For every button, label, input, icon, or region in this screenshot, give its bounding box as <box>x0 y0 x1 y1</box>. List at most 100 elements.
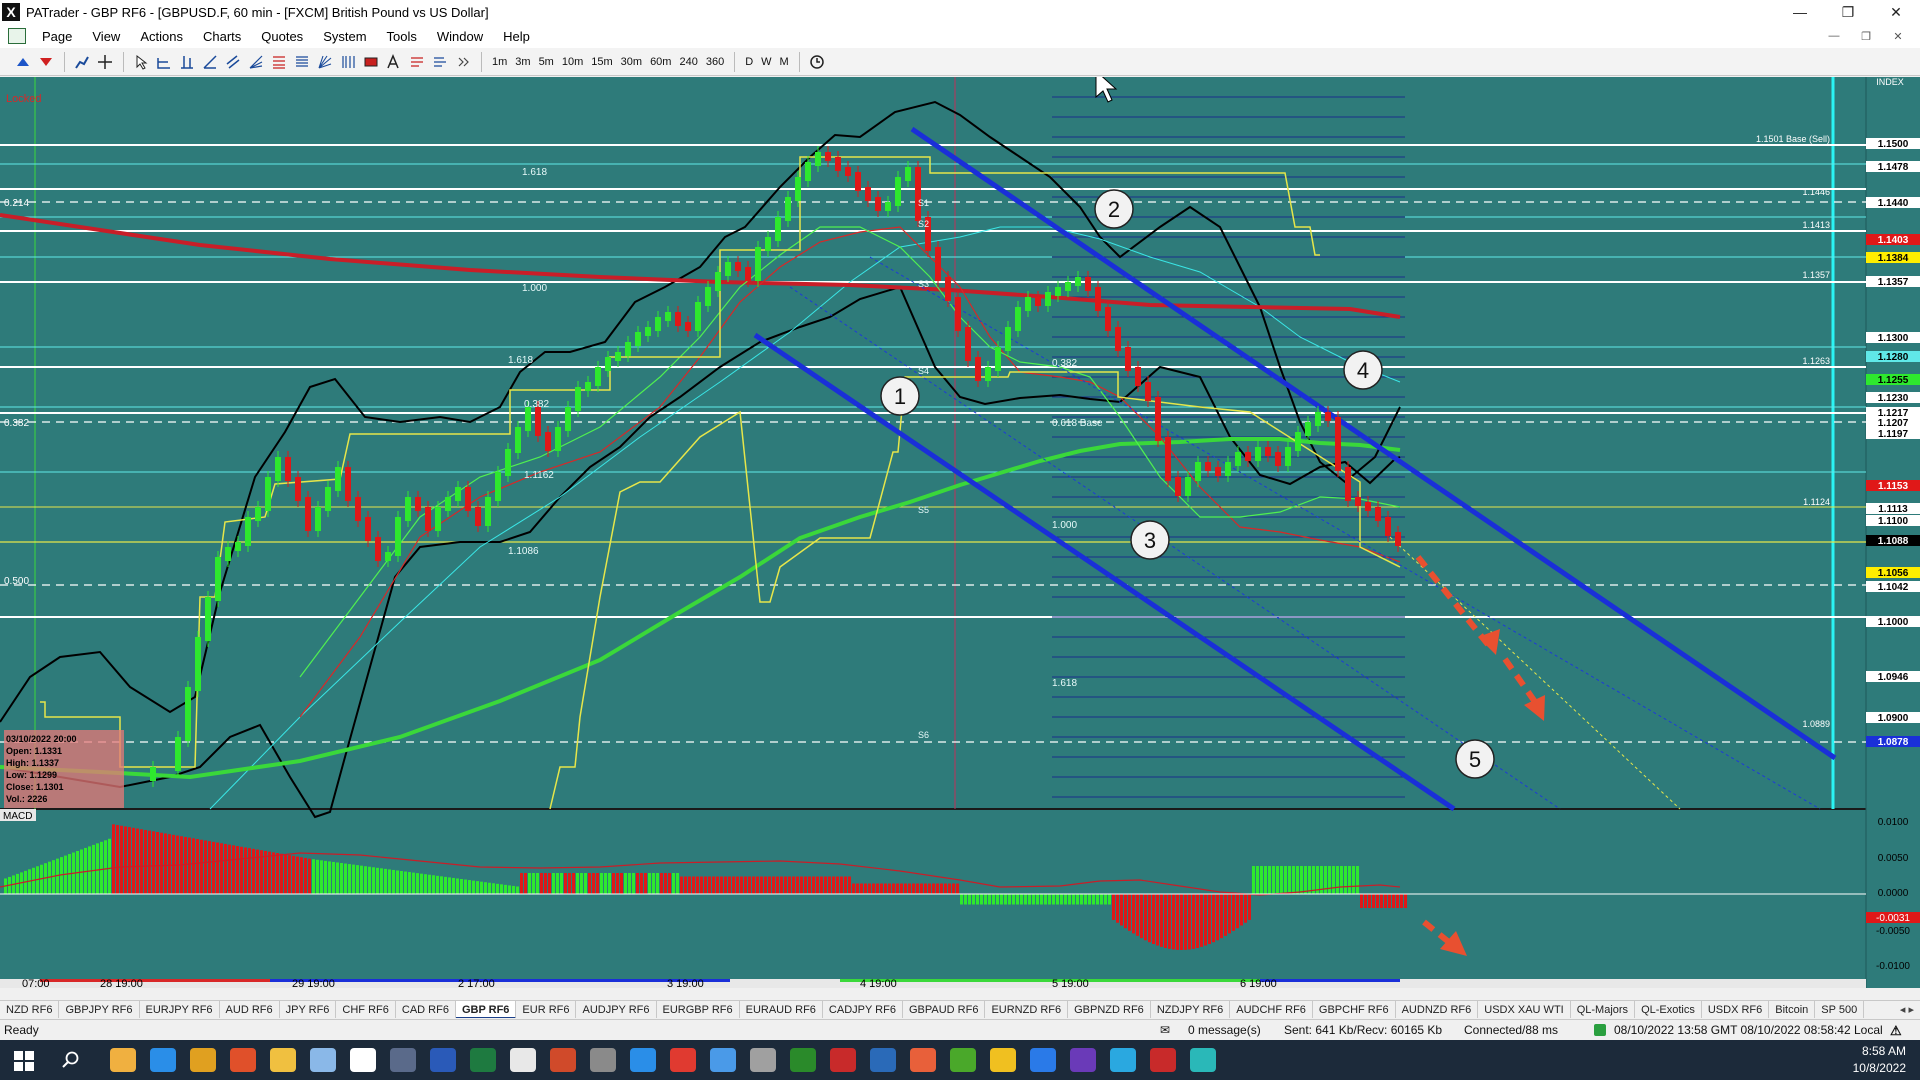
timeframe-daily[interactable]: D <box>741 51 757 73</box>
timeframe-15m[interactable]: 15m <box>587 51 616 73</box>
mdi-close-icon[interactable]: ✕ <box>1882 24 1914 48</box>
fib-retracement-icon[interactable] <box>268 51 290 73</box>
menu-system[interactable]: System <box>313 29 376 44</box>
misc-app-icon[interactable] <box>590 1048 616 1072</box>
symbol-tab[interactable]: GBP RF6 <box>455 1001 517 1018</box>
red-app-icon[interactable] <box>670 1048 696 1072</box>
text-tool-icon[interactable] <box>383 51 405 73</box>
search-icon[interactable] <box>62 1051 80 1069</box>
ninja-icon[interactable] <box>790 1048 816 1072</box>
store-icon[interactable] <box>1030 1048 1056 1072</box>
symbol-tab[interactable]: QL-Exotics <box>1635 1001 1702 1018</box>
rectangle-icon[interactable] <box>360 51 382 73</box>
symbol-tab[interactable]: EURGBP RF6 <box>657 1001 740 1018</box>
symbol-tab[interactable]: NZDJPY RF6 <box>1151 1001 1231 1018</box>
sell-order-icon[interactable] <box>35 51 57 73</box>
clock-icon[interactable] <box>806 51 828 73</box>
symbol-tab[interactable]: GBPJPY RF6 <box>59 1001 140 1018</box>
powerpoint-icon[interactable] <box>550 1048 576 1072</box>
twitch-icon[interactable] <box>1070 1048 1096 1072</box>
timeframe-240[interactable]: 240 <box>675 51 701 73</box>
symbol-tab[interactable]: Bitcoin <box>1769 1001 1816 1018</box>
buy-order-icon[interactable] <box>12 51 34 73</box>
timeframe-weekly[interactable]: W <box>757 51 775 73</box>
fib-timezones-icon[interactable] <box>337 51 359 73</box>
timeframe-5m[interactable]: 5m <box>535 51 558 73</box>
skype-icon[interactable] <box>630 1048 656 1072</box>
menu-tools[interactable]: Tools <box>377 29 427 44</box>
edge-icon[interactable] <box>150 1048 176 1072</box>
symbol-tab[interactable]: QL-Majors <box>1571 1001 1636 1018</box>
menu-page[interactable]: Page <box>32 29 82 44</box>
symbol-tab[interactable]: USDX XAU WTI <box>1478 1001 1571 1018</box>
mdi-restore-icon[interactable]: ❐ <box>1850 24 1882 48</box>
windows-start-icon[interactable] <box>14 1051 34 1071</box>
chart-page-icon[interactable] <box>8 28 26 44</box>
andrews-pitchfork-icon[interactable] <box>406 51 428 73</box>
taskbar-clock[interactable]: 8:58 AM 10/8/2022 <box>1853 1043 1906 1077</box>
symbol-tab[interactable]: GBPAUD RF6 <box>903 1001 986 1018</box>
yellow-app-icon[interactable] <box>990 1048 1016 1072</box>
timeframe-3m[interactable]: 3m <box>511 51 534 73</box>
menu-window[interactable]: Window <box>427 29 493 44</box>
red-bird-icon[interactable] <box>830 1048 856 1072</box>
timeframe-360[interactable]: 360 <box>702 51 728 73</box>
word-icon[interactable] <box>430 1048 456 1072</box>
grey-app-icon[interactable] <box>750 1048 776 1072</box>
calculator-icon[interactable] <box>390 1048 416 1072</box>
symbol-tab[interactable]: CADJPY RF6 <box>823 1001 903 1018</box>
brave-icon[interactable] <box>230 1048 256 1072</box>
symbol-tab[interactable]: EUR RF6 <box>516 1001 577 1018</box>
menu-view[interactable]: View <box>82 29 130 44</box>
timeframe-30m[interactable]: 30m <box>617 51 646 73</box>
mdi-minimize-icon[interactable]: — <box>1818 24 1850 48</box>
trendline-icon[interactable] <box>199 51 221 73</box>
file-explorer-icon[interactable] <box>270 1048 296 1072</box>
teal-app-icon[interactable] <box>1190 1048 1216 1072</box>
ship-icon[interactable] <box>870 1048 896 1072</box>
menu-charts[interactable]: Charts <box>193 29 251 44</box>
timeframe-60m[interactable]: 60m <box>646 51 675 73</box>
horizontal-line-icon[interactable] <box>153 51 175 73</box>
menu-quotes[interactable]: Quotes <box>251 29 313 44</box>
more-tools-icon[interactable] <box>452 51 474 73</box>
orange-app-icon[interactable] <box>910 1048 936 1072</box>
recorder-icon[interactable] <box>1150 1048 1176 1072</box>
taskview-icon[interactable] <box>110 1048 136 1072</box>
chrome-icon[interactable] <box>190 1048 216 1072</box>
status-messages[interactable]: 0 message(s) <box>1188 1023 1261 1037</box>
symbol-tab[interactable]: EURAUD RF6 <box>740 1001 823 1018</box>
telegram-icon[interactable] <box>1110 1048 1136 1072</box>
fib-extension-icon[interactable] <box>291 51 313 73</box>
fib-fan-icon[interactable] <box>245 51 267 73</box>
restore-icon[interactable]: ❐ <box>1824 0 1872 24</box>
menu-help[interactable]: Help <box>493 29 540 44</box>
price-chart[interactable]: 1 2 3 4 5 Locked INDEX MACD 1.1500 1.1478 1.14… <box>0 77 1920 988</box>
sheets-icon[interactable] <box>510 1048 536 1072</box>
timeframe-monthly[interactable]: M <box>776 51 793 73</box>
minimize-icon[interactable]: — <box>1776 0 1824 24</box>
symbol-tab[interactable]: AUDNZD RF6 <box>1396 1001 1479 1018</box>
symbol-tab[interactable]: CAD RF6 <box>396 1001 456 1018</box>
symbol-tab[interactable]: USDX RF6 <box>1702 1001 1770 1018</box>
notepad-icon[interactable] <box>310 1048 336 1072</box>
symbol-tab[interactable]: GBPNZD RF6 <box>1068 1001 1151 1018</box>
crosshair-icon[interactable] <box>94 51 116 73</box>
symbol-tab[interactable]: EURNZD RF6 <box>985 1001 1069 1018</box>
symbol-tab[interactable]: CHF RF6 <box>336 1001 396 1018</box>
symbol-tab[interactable]: GBPCHF RF6 <box>1313 1001 1396 1018</box>
tab-scroll-arrows-icon[interactable]: ◂ ▸ <box>1894 1003 1920 1016</box>
timeframe-1m[interactable]: 1m <box>488 51 511 73</box>
green-app-icon[interactable] <box>950 1048 976 1072</box>
symbol-tab[interactable]: EURJPY RF6 <box>140 1001 220 1018</box>
menu-actions[interactable]: Actions <box>130 29 193 44</box>
patrader-icon[interactable] <box>350 1048 376 1072</box>
symbol-tab[interactable]: SP 500 <box>1815 1001 1865 1018</box>
blue-app-icon[interactable] <box>710 1048 736 1072</box>
message-icon[interactable]: ✉ <box>1160 1023 1170 1037</box>
symbol-tab[interactable]: AUD RF6 <box>220 1001 280 1018</box>
excel-icon[interactable] <box>470 1048 496 1072</box>
speed-lines-icon[interactable] <box>429 51 451 73</box>
channel-icon[interactable] <box>222 51 244 73</box>
timeframe-10m[interactable]: 10m <box>558 51 587 73</box>
